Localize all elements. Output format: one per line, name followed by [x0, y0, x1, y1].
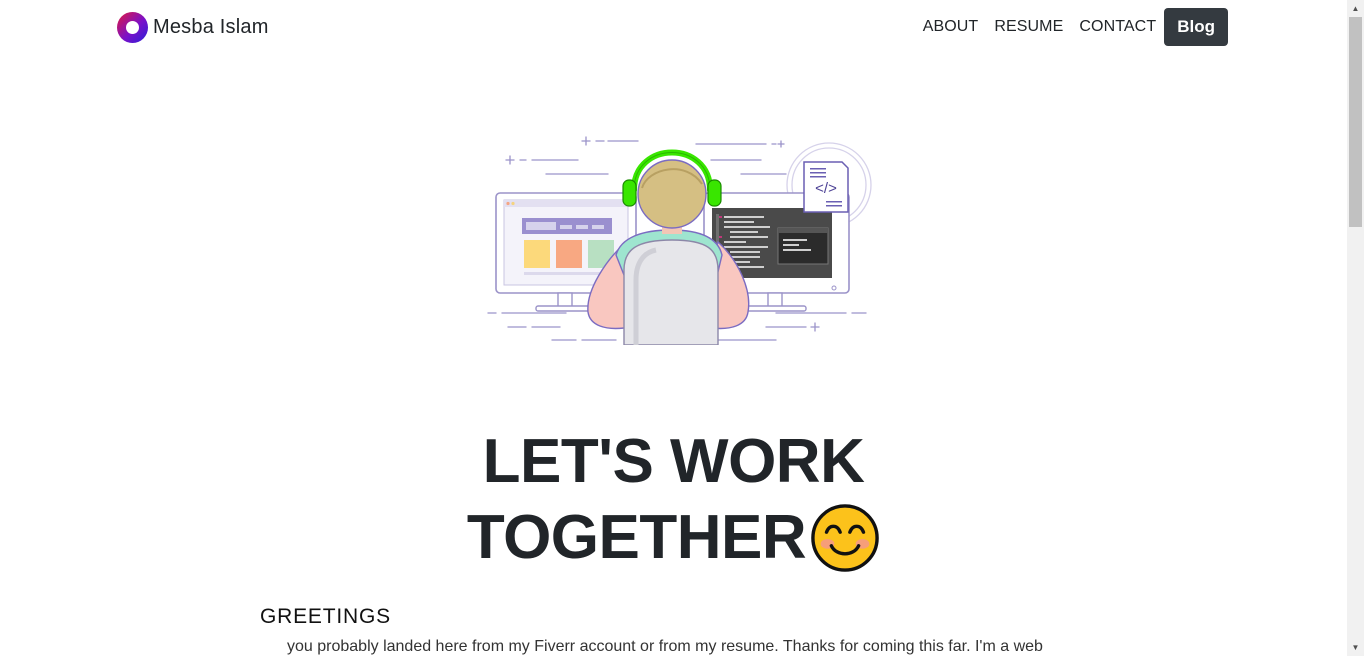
nav-links: ABOUT RESUME CONTACT Blog: [915, 8, 1228, 46]
hero-title-line1: LET'S WORK: [482, 427, 865, 496]
page: Mesba Islam ABOUT RESUME CONTACT Blog </…: [0, 0, 1364, 656]
brand-logo-icon: [117, 12, 148, 43]
nav-resume-link[interactable]: RESUME: [986, 8, 1071, 46]
greetings-heading: GREETINGS: [260, 605, 391, 628]
nav-contact-link[interactable]: CONTACT: [1071, 8, 1164, 46]
brand-link[interactable]: Mesba Islam: [117, 12, 269, 43]
nav-about-link[interactable]: ABOUT: [915, 8, 987, 46]
scroll-up-arrow-icon[interactable]: ▲: [1347, 0, 1364, 17]
developer-at-desk-illustration: </>: [487, 136, 872, 345]
navbar: Mesba Islam ABOUT RESUME CONTACT Blog: [0, 0, 1347, 56]
nav-blog-button[interactable]: Blog: [1164, 8, 1228, 46]
greetings-text: you probably landed here from my Fiverr …: [287, 638, 1043, 655]
hero-title-line2-wrap: TOGETHER: [467, 500, 880, 576]
hero-title: LET'S WORK TOGETHER: [0, 424, 1347, 576]
code-tag-text: </>: [815, 180, 837, 197]
brand-name: Mesba Islam: [153, 16, 269, 38]
smiling-face-icon: [811, 504, 879, 572]
scrollbar[interactable]: ▲ ▼: [1347, 0, 1364, 656]
hero-title-line2: TOGETHER: [466, 503, 807, 572]
scroll-down-arrow-icon[interactable]: ▼: [1347, 639, 1364, 656]
code-document-icon: </>: [803, 161, 849, 213]
scroll-thumb[interactable]: [1349, 17, 1362, 227]
